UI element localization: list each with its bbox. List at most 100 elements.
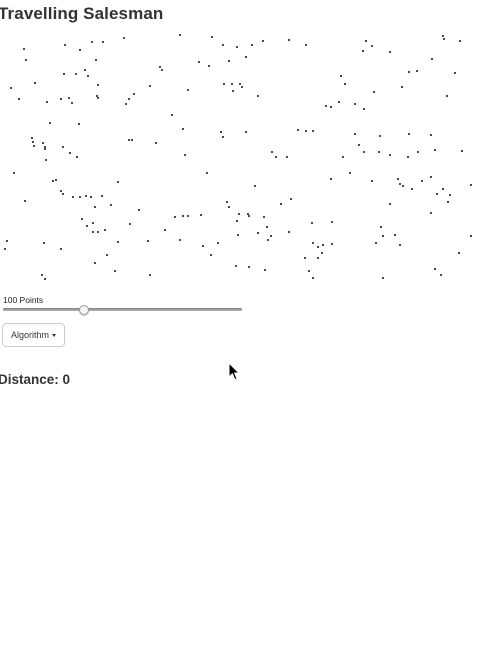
map-point <box>363 108 365 110</box>
slider-track[interactable] <box>3 308 242 311</box>
map-point <box>171 114 173 116</box>
map-point <box>241 86 243 88</box>
map-point <box>68 97 70 99</box>
map-point <box>164 229 166 231</box>
map-point <box>362 50 364 52</box>
map-point <box>286 156 288 158</box>
map-point <box>23 48 25 50</box>
map-point <box>389 203 391 205</box>
map-point <box>238 213 240 215</box>
map-point <box>90 196 92 198</box>
map-point <box>228 60 230 62</box>
map-point <box>458 252 460 254</box>
map-point <box>262 40 264 42</box>
map-point <box>211 36 213 38</box>
map-point <box>245 131 247 133</box>
map-point <box>128 98 130 100</box>
map-point <box>434 149 436 151</box>
map-point <box>270 235 272 237</box>
map-point <box>236 220 238 222</box>
map-point <box>371 180 373 182</box>
map-point <box>407 156 409 158</box>
map-point <box>267 239 269 241</box>
map-point <box>231 83 233 85</box>
map-point <box>222 136 224 138</box>
map-point <box>44 278 46 280</box>
map-point <box>101 195 103 197</box>
map-point <box>114 270 116 272</box>
map-point <box>257 95 259 97</box>
map-point <box>263 216 265 218</box>
map-point <box>247 213 249 215</box>
map-point <box>41 274 43 276</box>
map-point <box>226 201 228 203</box>
map-point <box>81 218 83 220</box>
map-point <box>421 180 423 182</box>
map-point <box>389 51 391 53</box>
map-point <box>254 185 256 187</box>
map-point <box>257 232 259 234</box>
map-point <box>206 172 208 174</box>
map-point <box>138 209 140 211</box>
map-point <box>46 101 48 103</box>
map-point <box>78 123 80 125</box>
map-point <box>290 198 292 200</box>
map-point <box>187 89 189 91</box>
map-point <box>382 235 384 237</box>
map-point <box>34 82 36 84</box>
map-point <box>317 257 319 259</box>
map-point <box>271 151 273 153</box>
map-point <box>312 130 314 132</box>
map-point <box>33 145 35 147</box>
map-point <box>92 222 94 224</box>
map-point <box>94 206 96 208</box>
map-point <box>237 234 239 236</box>
map-point <box>84 69 86 71</box>
map-point <box>321 252 323 254</box>
map-point <box>96 95 98 97</box>
map-point <box>447 201 449 203</box>
map-point <box>60 248 62 250</box>
map-point <box>184 154 186 156</box>
map-point <box>92 231 94 233</box>
map-point <box>397 178 399 180</box>
map-point <box>312 242 314 244</box>
map-point <box>304 257 306 259</box>
map-point <box>94 262 96 264</box>
points-canvas[interactable] <box>0 26 480 292</box>
map-point <box>97 97 99 99</box>
points-slider[interactable] <box>3 304 242 316</box>
algorithm-dropdown-label: Algorithm <box>10 330 49 340</box>
map-point <box>305 130 307 132</box>
map-point <box>305 44 307 46</box>
algorithm-dropdown-button[interactable]: Algorithm <box>2 323 65 347</box>
map-point <box>394 234 396 236</box>
map-point <box>308 270 310 272</box>
map-point <box>182 215 184 217</box>
map-point <box>331 221 333 223</box>
map-point <box>10 87 12 89</box>
map-point <box>62 146 64 148</box>
map-point <box>440 274 442 276</box>
slider-thumb[interactable] <box>78 305 89 315</box>
map-point <box>232 90 234 92</box>
map-point <box>187 215 189 217</box>
map-point <box>117 241 119 243</box>
map-point <box>60 98 62 100</box>
map-point <box>75 73 77 75</box>
map-point <box>217 242 219 244</box>
distance-readout: Distance: 0 <box>0 372 71 387</box>
map-point <box>86 225 88 227</box>
map-point <box>363 151 365 153</box>
map-point <box>389 154 391 156</box>
map-point <box>208 65 210 67</box>
map-point <box>220 131 222 133</box>
map-point <box>149 85 151 87</box>
map-point <box>147 240 149 242</box>
map-point <box>297 129 299 131</box>
map-point <box>380 226 382 228</box>
map-point <box>461 150 463 152</box>
map-point <box>266 226 268 228</box>
mouse-pointer-icon <box>228 362 240 381</box>
map-point <box>64 44 66 46</box>
